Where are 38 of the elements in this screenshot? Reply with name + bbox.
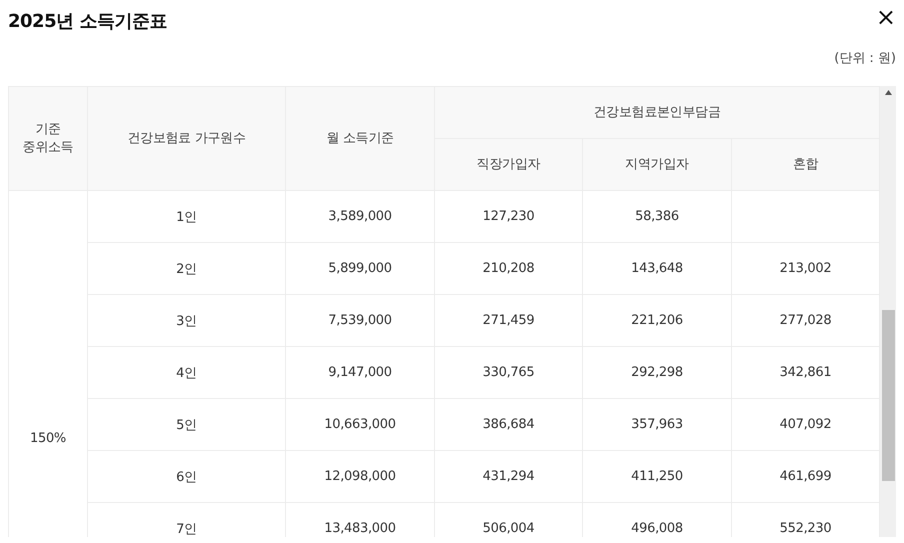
column-group-header: 건강보험료본인부담금 xyxy=(434,86,880,138)
table-cell: 221,206 xyxy=(582,294,732,346)
table-cell: 10,663,000 xyxy=(286,398,434,450)
scroll-up-icon[interactable] xyxy=(885,90,892,95)
table-cell: 150% xyxy=(8,190,88,537)
table-cell: 7,539,000 xyxy=(286,294,434,346)
column-header: 지역가입자 xyxy=(582,138,732,190)
dialog-title: 2025년 소득기준표 xyxy=(8,10,167,33)
table-cell: 271,459 xyxy=(434,294,582,346)
table-cell: 411,250 xyxy=(582,450,732,502)
table-cell: 143,648 xyxy=(582,242,732,294)
scrollbar-thumb[interactable] xyxy=(882,310,896,481)
table-cell: 127,230 xyxy=(434,190,582,242)
column-header: 기준 중위소득 xyxy=(8,86,88,190)
column-header: 건강보험료 가구원수 xyxy=(88,86,286,190)
table-cell: 357,963 xyxy=(582,398,732,450)
column-header: 월 소득기준 xyxy=(286,86,434,190)
table-cell: 5인 xyxy=(88,398,286,450)
table-cell: 9,147,000 xyxy=(286,346,434,398)
table-cell: 58,386 xyxy=(582,190,732,242)
table-cell: 292,298 xyxy=(582,346,732,398)
table-cell: 1인 xyxy=(88,190,286,242)
table-cell: 431,294 xyxy=(434,450,582,502)
table-cell: 2인 xyxy=(88,242,286,294)
table-cell: 3인 xyxy=(88,294,286,346)
table-cell: 3,589,000 xyxy=(286,190,434,242)
table-cell: 210,208 xyxy=(434,242,582,294)
scrollbar[interactable] xyxy=(880,86,896,537)
column-header: 직장가입자 xyxy=(434,138,582,190)
table-cell: 330,765 xyxy=(434,346,582,398)
unit-note: (단위 : 원) xyxy=(834,51,896,66)
close-button[interactable]: × xyxy=(876,6,896,28)
table-cell: 4인 xyxy=(88,346,286,398)
table-cell: 5,899,000 xyxy=(286,242,434,294)
table-cell: 12,098,000 xyxy=(286,450,434,502)
table-cell: 386,684 xyxy=(434,398,582,450)
table-cell: 6인 xyxy=(88,450,286,502)
column-header: 혼합 xyxy=(732,138,880,190)
